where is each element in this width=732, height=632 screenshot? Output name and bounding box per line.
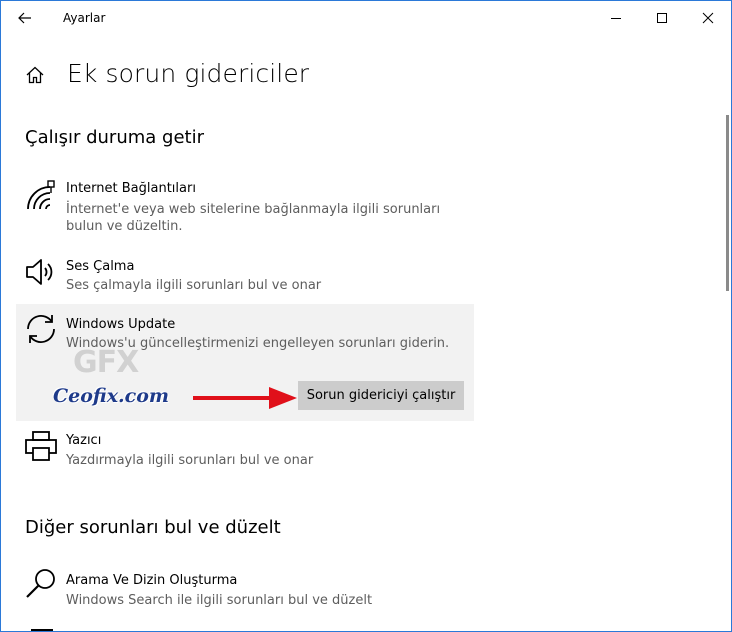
- troubleshooter-internet[interactable]: Internet Bağlantıları İnternet'e veya we…: [16, 171, 474, 241]
- window-title: Ayarlar: [63, 11, 106, 25]
- troubleshooter-audio[interactable]: Ses Çalma Ses çalmayla ilgili sorunları …: [16, 249, 474, 299]
- maximize-icon: [657, 13, 667, 23]
- run-troubleshooter-button[interactable]: Sorun gidericiyi çalıştır: [298, 381, 464, 410]
- section-title-other: Diğer sorunları bul ve düzelt: [25, 517, 281, 538]
- printer-icon: [25, 431, 57, 461]
- back-button[interactable]: [11, 7, 39, 29]
- item-name: Windows Update: [66, 317, 176, 332]
- close-icon: [702, 12, 714, 24]
- item-name: Ses Çalma: [66, 259, 135, 274]
- item-description: İnternet'e veya web sitelerine bağlanmay…: [66, 202, 441, 234]
- maximize-button[interactable]: [639, 1, 685, 35]
- sync-icon: [27, 315, 55, 343]
- speaker-icon: [26, 259, 53, 285]
- item-name: Arama Ve Dizin Oluşturma: [66, 573, 238, 588]
- item-name: Internet Bağlantıları: [66, 181, 196, 196]
- network-icon: [27, 180, 55, 210]
- red-arrow-annotation: [193, 387, 297, 409]
- item-name: Yazıcı: [66, 433, 102, 448]
- back-arrow-icon: [18, 12, 31, 24]
- section-title-get-running: Çalışır duruma getir: [25, 127, 204, 148]
- search-icon: [26, 569, 55, 598]
- minimize-icon: [611, 18, 621, 19]
- item-description: Yazdırmayla ilgili sorunları bul ve onar: [66, 453, 314, 468]
- troubleshooter-printer[interactable]: Yazıcı Yazdırmayla ilgili sorunları bul …: [16, 425, 474, 481]
- troubleshooter-search[interactable]: Arama Ve Dizin Oluşturma Windows Search …: [16, 563, 474, 615]
- minimize-button[interactable]: [593, 1, 639, 35]
- close-button[interactable]: [685, 1, 731, 35]
- watermark-logo: GFX: [73, 345, 139, 380]
- page-title: Ek sorun gidericiler: [67, 59, 310, 88]
- home-icon[interactable]: [25, 65, 45, 85]
- scrollbar-thumb[interactable]: [726, 115, 729, 291]
- item-description: Windows Search ile ilgili sorunları bul …: [66, 593, 373, 608]
- next-item-icon-partial: [31, 629, 53, 631]
- item-description: Ses çalmayla ilgili sorunları bul ve ona…: [66, 278, 322, 293]
- title-bar: Ayarlar: [1, 1, 731, 35]
- watermark-text: Ceofix.com: [53, 385, 169, 407]
- settings-window: Ayarlar Ek sorun gidericiler Çalışır dur…: [0, 0, 732, 632]
